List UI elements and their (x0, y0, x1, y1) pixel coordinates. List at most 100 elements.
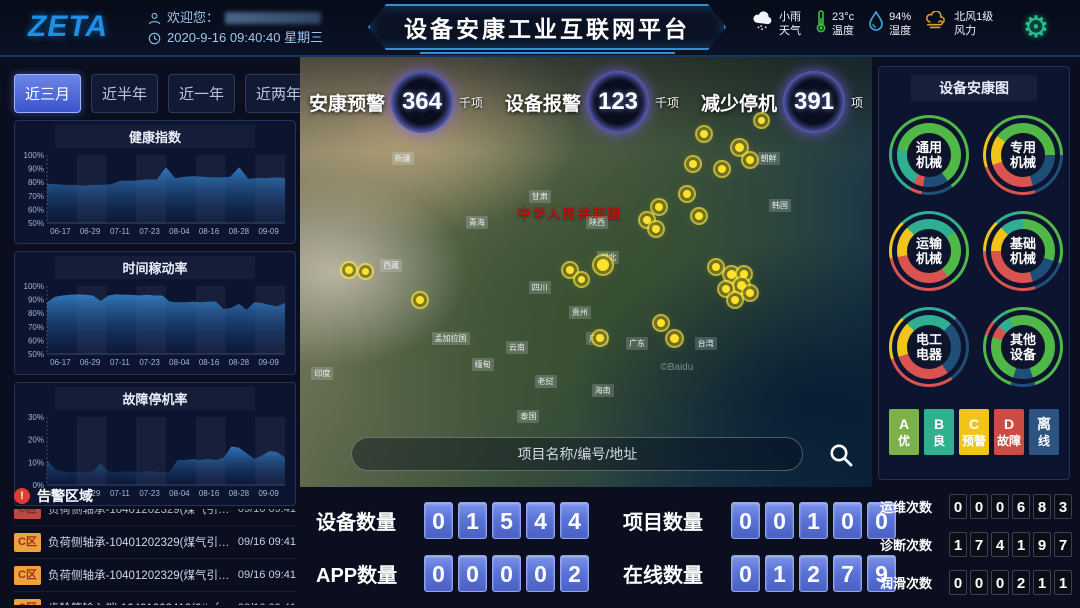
wind-icon (925, 11, 949, 36)
search-icon[interactable] (828, 442, 854, 468)
legend-label: 预警 (962, 433, 986, 449)
project-map-dot[interactable] (670, 334, 679, 343)
project-map-dot[interactable] (683, 190, 691, 198)
search-input[interactable] (352, 438, 802, 470)
welcome-label: 欢迎您： (167, 8, 219, 28)
project-map-dot[interactable] (722, 285, 730, 293)
project-map-dot[interactable] (746, 289, 754, 297)
chart-card: 时间稼动率 100%90%80%70%60%50%06-1706-2907-11… (14, 251, 296, 375)
health-ring-通用机械[interactable]: 通用机械 (889, 115, 969, 195)
counter-项目数量: 项目数量 00100 (623, 502, 896, 539)
map-place-label: 广东 (626, 337, 648, 350)
ring-label: 运输机械 (916, 236, 942, 266)
map-place-label: 云南 (506, 341, 528, 354)
alert-panel-title: 告警区域 (37, 486, 93, 506)
project-map-dot[interactable] (657, 319, 665, 327)
project-map-dot[interactable] (578, 276, 585, 283)
digit-box: 0 (949, 570, 967, 595)
ring-label: 电工电器 (916, 332, 942, 362)
alert-row[interactable]: C区 负荷侧轴承-10401202329(煤气引风机电... 09/16 09:… (14, 509, 296, 526)
alert-row[interactable]: C区 负荷侧轴承-10401202329(煤气引风机电... 09/16 09:… (14, 526, 296, 559)
project-map-dot[interactable] (597, 259, 609, 271)
project-map-dot[interactable] (727, 270, 736, 279)
project-map-dot[interactable] (712, 263, 720, 271)
svg-text:50%: 50% (28, 350, 44, 359)
project-map-dot[interactable] (345, 266, 353, 274)
legend-badge-线: 离 线 (1029, 409, 1059, 455)
svg-text:10%: 10% (28, 458, 44, 467)
digit-box: 0 (765, 502, 794, 539)
chart-title: 时间稼动率 (55, 256, 255, 279)
digit-box: 5 (492, 502, 521, 539)
project-map-dot[interactable] (746, 156, 754, 164)
time-tab[interactable]: 近半年 (91, 74, 158, 113)
project-map-dot[interactable] (735, 143, 744, 152)
map-place-label: 缅甸 (472, 358, 494, 371)
project-map-dot[interactable] (700, 130, 708, 138)
digit-box: 3 (1054, 494, 1072, 519)
legend-letter: 离 (1037, 416, 1051, 433)
health-ring-运输机械[interactable]: 运输机械 (889, 211, 969, 291)
china-map[interactable]: 安康预警 364 千项设备报警 123 千项减少停机 391 项 中华人民共和国… (300, 57, 872, 487)
project-map-dot[interactable] (689, 160, 697, 168)
svg-text:08-16: 08-16 (199, 227, 220, 236)
settings-gear-icon[interactable]: ⚙ (1018, 10, 1054, 46)
project-map-dot[interactable] (643, 216, 651, 224)
map-place-label: 贵州 (569, 306, 591, 319)
ring-center: 运输机械 (907, 229, 951, 273)
digit-box: 0 (526, 555, 555, 592)
digit-strip: 01544 (424, 502, 589, 539)
digit-box: 1 (799, 502, 828, 539)
weather-item: 北风1级风力 (925, 9, 993, 38)
svg-text:60%: 60% (28, 205, 44, 214)
health-ring-其他设备[interactable]: 其他设备 (983, 307, 1063, 387)
project-map-dot[interactable] (758, 117, 765, 124)
time-tab[interactable]: 近三月 (14, 74, 81, 113)
digit-box: 7 (970, 532, 988, 557)
kpi-label: 减少停机 (701, 89, 777, 116)
bottom-right-counters: 运维次数 000683诊断次数 174197润滑次数 000211 (880, 494, 1076, 595)
project-map-dot[interactable] (731, 296, 739, 304)
map-place-label: 印度 (311, 367, 333, 380)
project-map-dot[interactable] (740, 270, 748, 278)
kpi-circle: 123 (587, 71, 649, 133)
project-map-dot[interactable] (652, 225, 660, 233)
weather-item: 23°c温度 (815, 9, 854, 38)
digit-box: 0 (492, 555, 521, 592)
project-map-dot[interactable] (737, 281, 746, 290)
project-map-dot[interactable] (416, 296, 424, 304)
water-drop-icon (868, 10, 884, 37)
alert-text: 负荷侧轴承-10401202329(煤气引风机电... (48, 567, 231, 583)
svg-text:08-04: 08-04 (169, 358, 190, 367)
digit-box: 7 (1054, 532, 1072, 557)
svg-text:100%: 100% (24, 151, 44, 160)
kpi-unit: 千项 (459, 94, 483, 111)
chart-card: 健康指数 100%90%80%70%60%50%06-1706-2907-110… (14, 120, 296, 244)
kpi-value: 364 (402, 88, 442, 116)
alert-row[interactable]: C区 齿轮箱输入端-10401202412(2#（2V）... 09/16 09… (14, 592, 296, 605)
project-map-dot[interactable] (695, 212, 703, 220)
digit-box: 2 (560, 555, 589, 592)
svg-text:06-29: 06-29 (80, 227, 101, 236)
health-ring-基础机械[interactable]: 基础机械 (983, 211, 1063, 291)
top-header: ZETA 欢迎您： 2020-9-16 09:40:40 星期三 设备安康工业互… (0, 0, 1080, 57)
project-map-dot[interactable] (362, 268, 369, 275)
digit-box: 0 (970, 570, 988, 595)
svg-text:90%: 90% (28, 296, 44, 305)
health-ring-电工电器[interactable]: 电工电器 (889, 307, 969, 387)
map-place-label: 四川 (529, 281, 551, 294)
chart-title: 故障停机率 (55, 387, 255, 410)
svg-text:07-23: 07-23 (139, 227, 160, 236)
project-map-dot[interactable] (655, 203, 663, 211)
digit-box: 0 (991, 570, 1009, 595)
legend-letter: B (934, 416, 944, 433)
digit-box: 0 (731, 555, 760, 592)
digit-strip: 000683 (949, 494, 1072, 519)
project-map-dot[interactable] (718, 165, 726, 173)
time-tab[interactable]: 近一年 (168, 74, 235, 113)
project-map-dot[interactable] (566, 266, 574, 274)
equipment-health-panel: 设备安康图 通用机械 专用机械 运输机械 基础机械 电工电器 其他设备 A 优B… (878, 66, 1070, 480)
alert-row[interactable]: C区 负荷侧轴承-10401202329(煤气引风机电... 09/16 09:… (14, 559, 296, 592)
health-ring-专用机械[interactable]: 专用机械 (983, 115, 1063, 195)
digit-box: 4 (560, 502, 589, 539)
